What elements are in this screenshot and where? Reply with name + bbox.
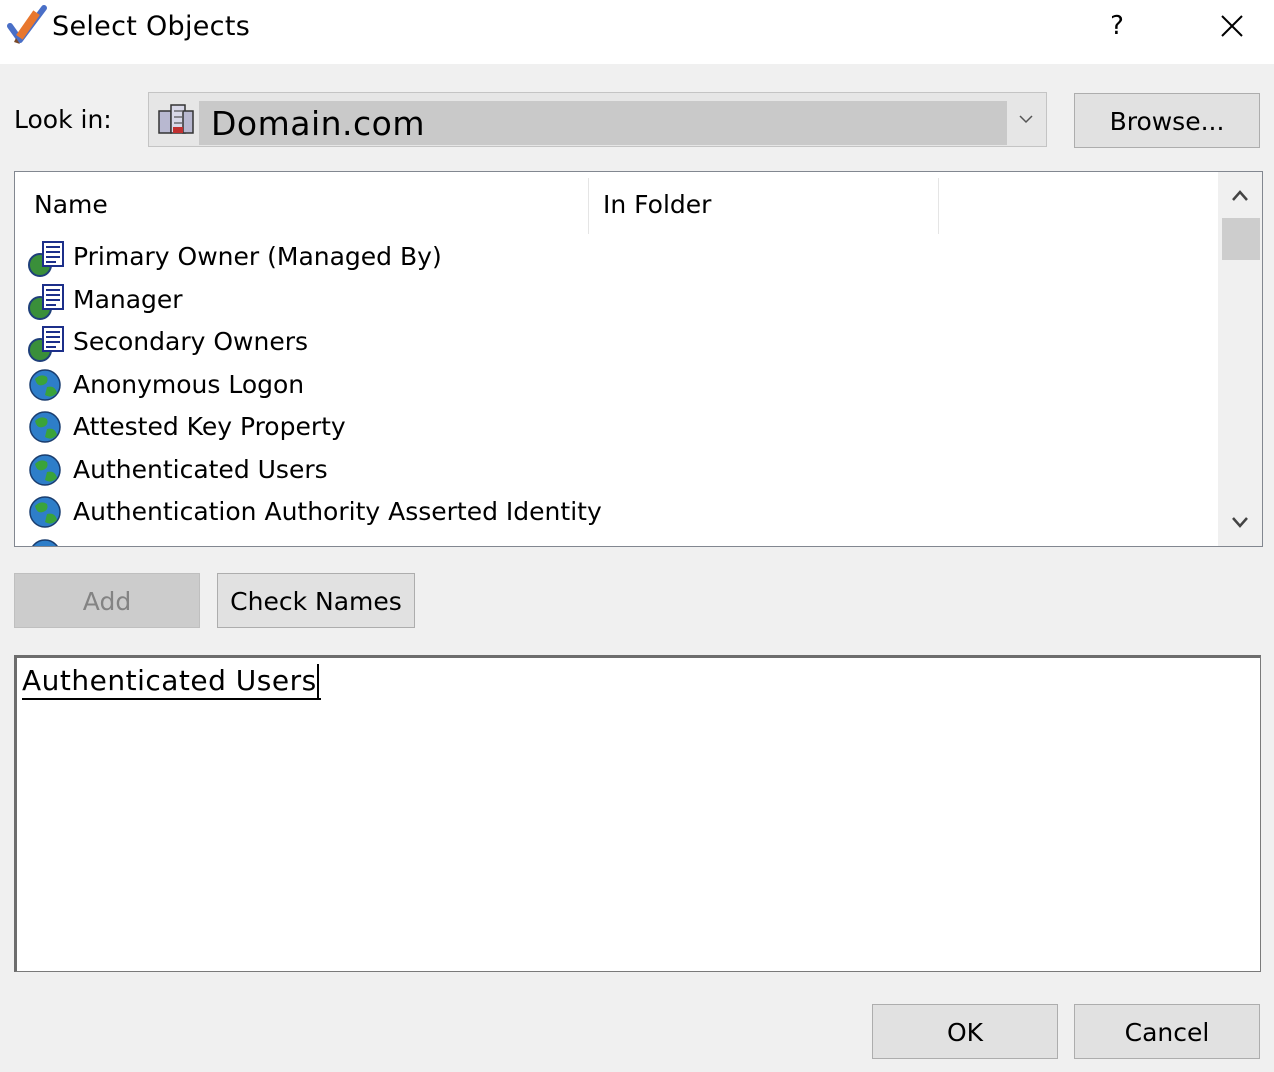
scrollbar-thumb[interactable] xyxy=(1222,218,1260,260)
list-item[interactable]: Primary Owner (Managed By) xyxy=(15,236,1215,279)
globe-icon xyxy=(31,538,59,546)
list-item-label: Anonymous Logon xyxy=(73,369,305,399)
object-names-value: Authenticated Users xyxy=(22,664,321,700)
list-item-label: Attested Key Property xyxy=(73,412,346,441)
title-bar: Select Objects ? xyxy=(0,0,1274,64)
column-header-in-folder[interactable]: In Folder xyxy=(603,172,933,234)
text-cursor xyxy=(316,664,319,698)
window-title: Select Objects xyxy=(52,11,251,42)
group-object-icon xyxy=(28,283,64,320)
group-object-icon xyxy=(28,241,64,277)
list-item[interactable]: Secondary Owners xyxy=(15,321,1215,364)
close-icon[interactable] xyxy=(1208,6,1256,46)
ok-button[interactable]: OK xyxy=(872,1004,1058,1059)
list-item[interactable]: Anonymous Logon xyxy=(15,364,1215,407)
chevron-down-icon[interactable] xyxy=(1018,111,1034,127)
column-divider[interactable] xyxy=(588,178,589,234)
help-button[interactable]: ? xyxy=(1092,6,1142,46)
group-object-icon xyxy=(28,326,64,362)
look-in-dropdown[interactable]: Domain.com xyxy=(148,92,1047,147)
globe-icon xyxy=(29,496,61,528)
look-in-label: Look in: xyxy=(14,105,112,134)
look-in-selection: Domain.com xyxy=(199,101,1007,145)
list-item[interactable]: Manager xyxy=(15,279,1215,322)
globe-icon xyxy=(29,368,61,401)
list-item[interactable]: Authenticated Users xyxy=(15,449,1215,492)
chevron-up-icon[interactable] xyxy=(1230,186,1250,206)
vertical-scrollbar[interactable] xyxy=(1218,172,1262,546)
list-item[interactable]: Authentication Authority Asserted Identi… xyxy=(15,491,1215,534)
list-rows: Primary Owner (Managed By) Manager Secon… xyxy=(15,236,1215,546)
cancel-button[interactable]: Cancel xyxy=(1074,1004,1260,1059)
list-item-label: Authentication Authority Asserted Identi… xyxy=(73,497,602,526)
look-in-value: Domain.com xyxy=(211,104,426,143)
object-names-text: Authenticated Users xyxy=(22,664,317,697)
check-names-button[interactable]: Check Names xyxy=(217,573,415,628)
column-divider[interactable] xyxy=(938,178,939,234)
object-names-input[interactable]: Authenticated Users xyxy=(14,655,1261,972)
domain-icon xyxy=(158,104,194,134)
list-item-label: Secondary Owners xyxy=(73,327,308,356)
globe-icon xyxy=(29,411,61,443)
chevron-down-icon[interactable] xyxy=(1230,512,1250,532)
list-item[interactable]: Attested Key Property xyxy=(15,406,1215,449)
checkmark-pencil-icon xyxy=(7,5,47,44)
add-button[interactable]: Add xyxy=(14,573,200,628)
list-item-label: Manager xyxy=(73,284,183,314)
globe-icon xyxy=(29,453,61,486)
list-item-label: Primary Owner (Managed By) xyxy=(73,242,442,271)
browse-button[interactable]: Browse... xyxy=(1074,93,1260,148)
column-header-name[interactable]: Name xyxy=(34,172,584,234)
list-item-partial[interactable] xyxy=(15,534,1215,546)
object-list[interactable]: Name In Folder Primary Owner (Managed By… xyxy=(14,171,1263,547)
list-item-label: Authenticated Users xyxy=(73,454,328,484)
